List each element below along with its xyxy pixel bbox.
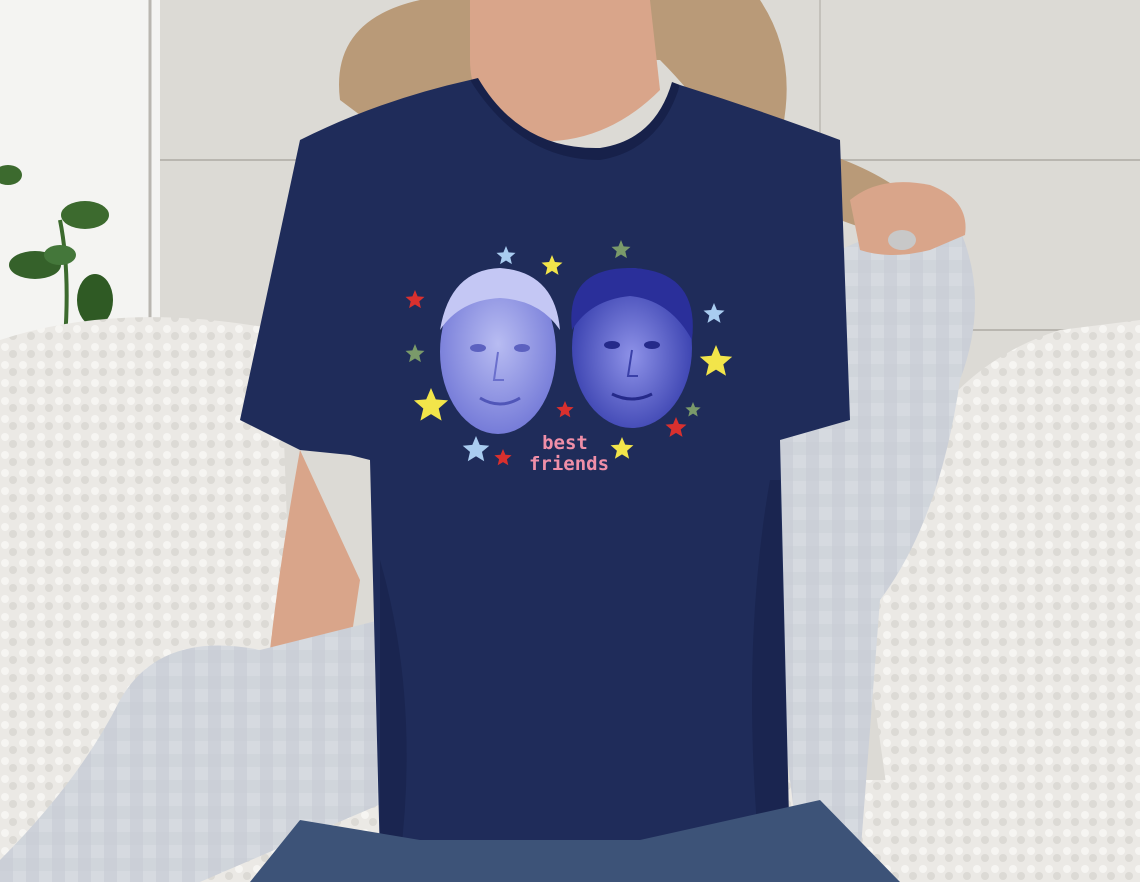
product-photo: best friends [0,0,1140,882]
photo-svg: best friends [0,0,1140,882]
ring [888,230,916,250]
print-text-best: best [542,432,588,454]
print-text-friends: friends [529,453,609,475]
face-right [571,268,693,428]
